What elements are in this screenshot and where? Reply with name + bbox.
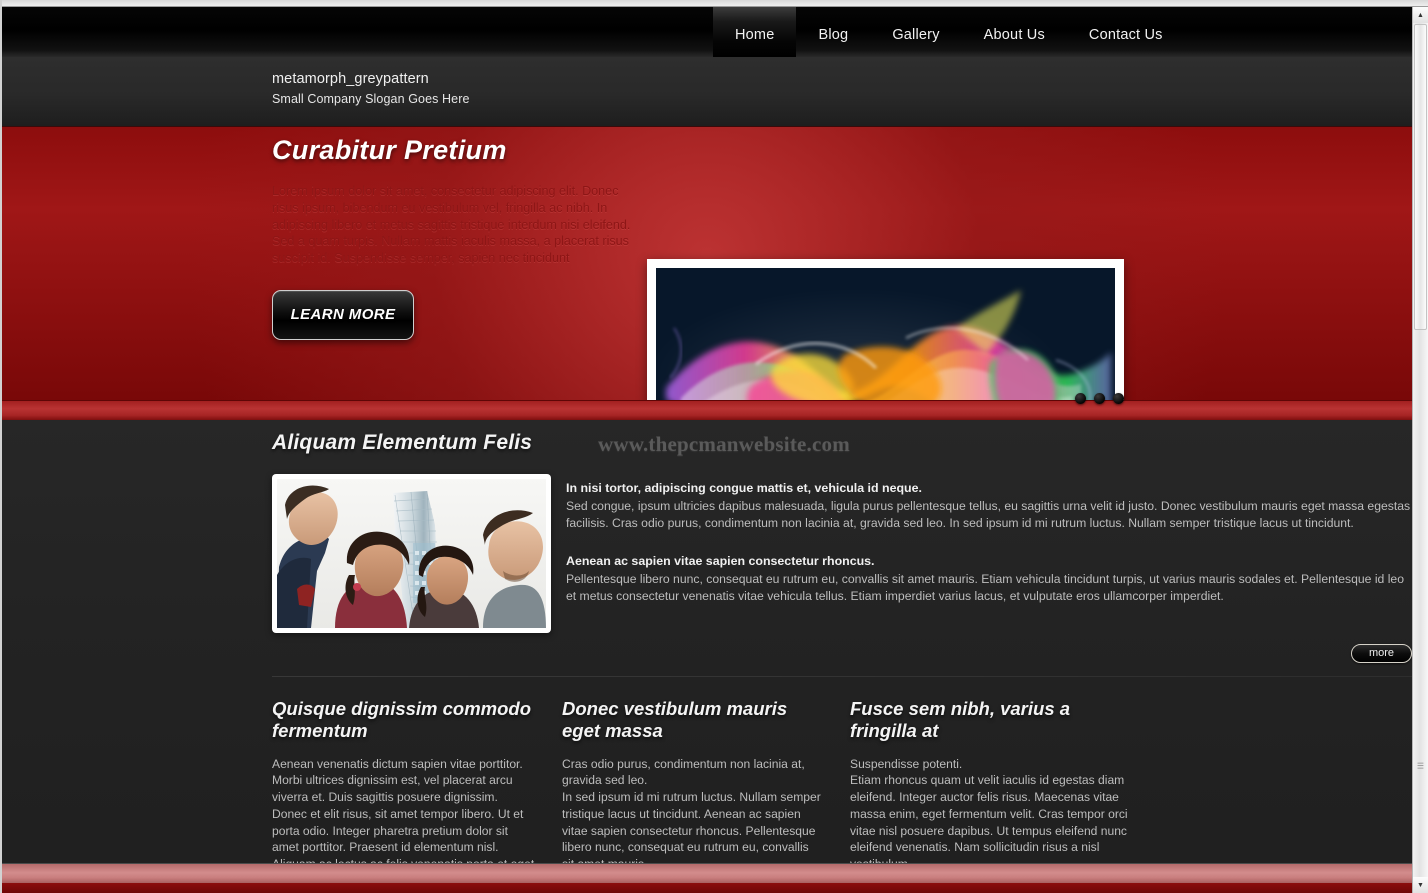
hero-paragraph: Lorem ipsum dolor sit amet, consectetur … — [272, 184, 631, 266]
slider-dot-1[interactable] — [1075, 393, 1086, 404]
nav-label-about-us: About Us — [983, 27, 1045, 43]
column-2-lead: Cras odio purus, condimentum non lacinia… — [562, 756, 805, 788]
site-slogan: Small Company Slogan Goes Here — [272, 92, 470, 106]
nav-item-contact-us[interactable]: Contact Us — [1067, 7, 1185, 57]
column-3-lead: Suspendisse potenti. — [850, 756, 963, 771]
scrollbar-thumb[interactable] — [1414, 24, 1427, 330]
site-title: metamorph_greypattern — [272, 71, 429, 87]
three-column-section: Quisque dignissim commodo fermentum Aene… — [272, 677, 1412, 893]
slider-dot-3[interactable] — [1113, 393, 1124, 404]
feature-block-1-body: Sed congue, ipsum ultricies dapibus male… — [566, 499, 1411, 530]
feature-block-1: In nisi tortor, adipiscing congue mattis… — [566, 481, 1412, 532]
feature-image-frame — [272, 474, 551, 633]
nav-label-contact-us: Contact Us — [1088, 27, 1163, 43]
main-menu: Home Blog Gallery About Us Contact Us — [713, 7, 1185, 57]
hero-banner: Curabitur Pretium Lorem ipsum dolor sit … — [2, 127, 1412, 400]
scroll-down-icon[interactable]: ▼ — [1413, 877, 1428, 893]
column-3-title: Fusce sem nibh, varius a fringilla at — [850, 697, 1071, 741]
nav-item-about-us[interactable]: About Us — [962, 7, 1067, 57]
nav-item-home[interactable]: Home — [713, 7, 797, 57]
feature-block-2: Aenean ac sapien vitae sapien consectetu… — [566, 554, 1412, 605]
feature-block-1-heading: In nisi tortor, adipiscing congue mattis… — [566, 481, 922, 495]
column-2-text: In sed ipsum id mi rutrum luctus. Nullam… — [562, 790, 821, 871]
hero-abstract-wave-image — [656, 268, 1115, 400]
top-navigation-bar: Home Blog Gallery About Us Contact Us — [2, 7, 1412, 57]
browser-chrome-top — [0, 0, 1428, 7]
column-3-body: Suspendisse potenti. Etiam rhoncus quam … — [850, 756, 1140, 874]
feature-block-2-heading: Aenean ac sapien vitae sapien consectetu… — [566, 554, 875, 568]
feature-text-column: In nisi tortor, adipiscing congue mattis… — [551, 474, 1412, 633]
brand-header: metamorph_greypattern Small Company Slog… — [2, 57, 1412, 127]
hero-divider-strip — [2, 393, 1412, 420]
nav-label-gallery: Gallery — [892, 27, 940, 43]
feature-more-row: more — [272, 633, 1412, 663]
browser-viewport: ▲ ▼ ☰ Home Blog Gallery About Us Contact… — [0, 0, 1428, 893]
slider-pagination — [1075, 393, 1124, 404]
content-area: Aliquam Elementum Felis www.thepcmanwebs… — [2, 420, 1412, 893]
nav-item-blog[interactable]: Blog — [796, 7, 870, 57]
feature-block-2-body: Pellentesque libero nunc, consequat eu r… — [566, 572, 1404, 603]
column-2-title: Donec vestibulum mauris eget massa — [562, 697, 788, 741]
scroll-grip-icon: ☰ — [1416, 761, 1425, 771]
brand-block[interactable]: metamorph_greypattern Small Company Slog… — [272, 71, 470, 106]
column-1-lead: Aenean venenatis dictum sapien vitae por… — [272, 756, 523, 771]
hero-title: Curabitur Pretium — [272, 135, 507, 165]
vertical-scrollbar[interactable]: ▲ ▼ ☰ — [1412, 7, 1428, 893]
feature-people-photo — [277, 479, 546, 628]
hero-text-column: Curabitur Pretium Lorem ipsum dolor sit … — [272, 135, 640, 340]
learn-more-button[interactable]: LEARN MORE — [272, 289, 414, 340]
column-3-text: Etiam rhoncus quam ut velit iaculis id e… — [850, 773, 1128, 871]
web-page: Home Blog Gallery About Us Contact Us me… — [2, 7, 1412, 893]
feature-more-button[interactable]: more — [1351, 643, 1412, 663]
feature-section: In nisi tortor, adipiscing congue mattis… — [272, 420, 1412, 633]
hero-image-frame — [647, 259, 1124, 400]
footer-light-strip — [2, 863, 1412, 883]
nav-label-blog: Blog — [818, 27, 849, 43]
slider-dot-2[interactable] — [1094, 393, 1105, 404]
browser-chrome-left — [0, 0, 2, 893]
column-2-body: Cras odio purus, condimentum non lacinia… — [562, 756, 824, 874]
column-1-title: Quisque dignissim commodo fermentum — [272, 697, 532, 741]
scroll-up-icon[interactable]: ▲ — [1413, 7, 1428, 23]
nav-label-home: Home — [735, 27, 775, 43]
nav-item-gallery[interactable]: Gallery — [870, 7, 961, 57]
footer-dark-strip — [2, 883, 1412, 893]
